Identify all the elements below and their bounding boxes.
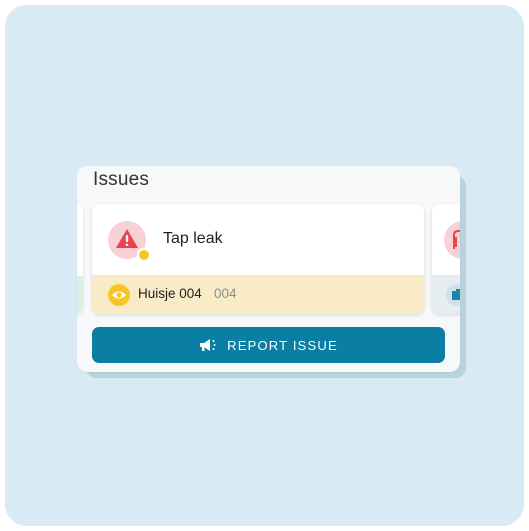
next-issue-location-badge	[446, 284, 460, 306]
building-icon	[452, 289, 460, 300]
megaphone-icon	[200, 339, 216, 351]
location-name: Huisje 004	[138, 286, 202, 301]
issue-location-bar: Huisje 004 004	[92, 275, 424, 314]
next-issue-badge	[444, 221, 460, 259]
location-code: 004	[214, 286, 237, 301]
tap-icon	[453, 230, 460, 249]
issues-carousel[interactable]: Tap leak Huisje 004 004	[77, 204, 460, 316]
widget-title: Issues	[93, 169, 150, 190]
report-issue-button[interactable]: REPORT ISSUE	[92, 327, 445, 363]
previous-issue-footer	[77, 276, 83, 314]
status-dot	[137, 248, 151, 262]
warning-triangle-icon	[116, 229, 138, 248]
eye-icon	[112, 291, 126, 299]
next-issue-footer	[432, 275, 460, 314]
issues-widget: Issues Tap leak Huisje 004 004 REPORT IS…	[77, 166, 460, 372]
issue-card[interactable]: Tap leak Huisje 004 004	[92, 204, 424, 314]
issue-title: Tap leak	[163, 230, 223, 247]
next-issue-card[interactable]	[432, 204, 460, 314]
issue-card-header: Tap leak	[92, 204, 424, 275]
previous-issue-card[interactable]	[77, 204, 83, 314]
report-issue-label: REPORT ISSUE	[227, 337, 338, 353]
location-badge	[108, 284, 130, 306]
